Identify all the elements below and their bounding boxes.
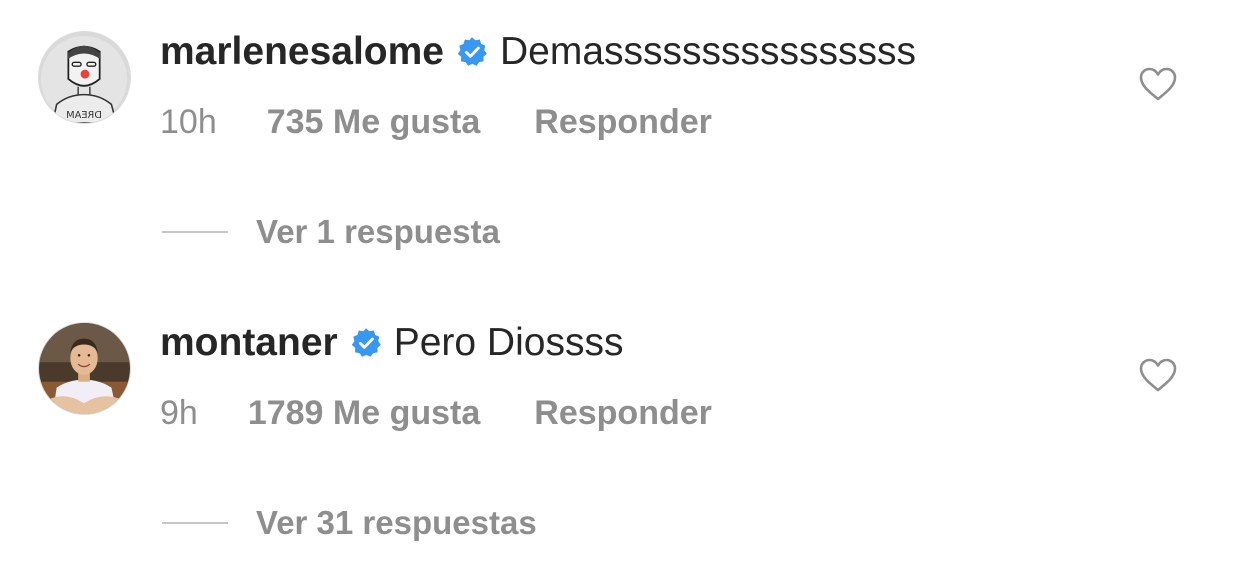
username[interactable]: montaner [160,321,338,365]
comment-meta: 10h 735 Me gusta Responder [160,101,712,143]
comment-text: Pero Diossss [393,321,624,364]
reply-button[interactable]: Responder [534,103,712,142]
replies-divider [162,231,228,233]
username[interactable]: marlenesalome [160,30,444,74]
comment-item: montaner Pero Diossss 9h 1789 Me gusta R… [0,291,1242,582]
likes-count[interactable]: 735 Me gusta [267,103,481,142]
view-replies-link[interactable]: Ver 31 respuestas [256,504,537,542]
avatar[interactable]: DREAM [38,31,131,124]
comment-line: marlenesalome Demassssssssssssssss [160,26,916,78]
verified-badge-icon [456,36,488,68]
like-heart-icon[interactable] [1138,357,1178,393]
comment-item: DREAM marlenesalome Demassssssssssssssss… [0,0,1242,291]
reply-button[interactable]: Responder [534,394,712,433]
likes-count[interactable]: 1789 Me gusta [248,394,480,433]
comment-line: montaner Pero Diossss [160,317,623,369]
like-heart-icon[interactable] [1138,66,1178,102]
comment-text: Demassssssssssssssss [500,30,917,73]
replies-divider [162,522,228,524]
view-replies-row[interactable]: Ver 31 respuestas [162,502,537,544]
comment-meta: 9h 1789 Me gusta Responder [160,392,712,434]
view-replies-row[interactable]: Ver 1 respuesta [162,211,500,253]
man-photo-avatar-icon [39,323,130,414]
timestamp: 9h [160,393,198,432]
verified-badge-icon [350,327,382,359]
sketch-figure-avatar-icon: DREAM [39,32,130,123]
svg-text:DREAM: DREAM [66,110,102,121]
avatar[interactable] [38,322,131,415]
timestamp: 10h [160,102,217,141]
view-replies-link[interactable]: Ver 1 respuesta [256,213,500,251]
